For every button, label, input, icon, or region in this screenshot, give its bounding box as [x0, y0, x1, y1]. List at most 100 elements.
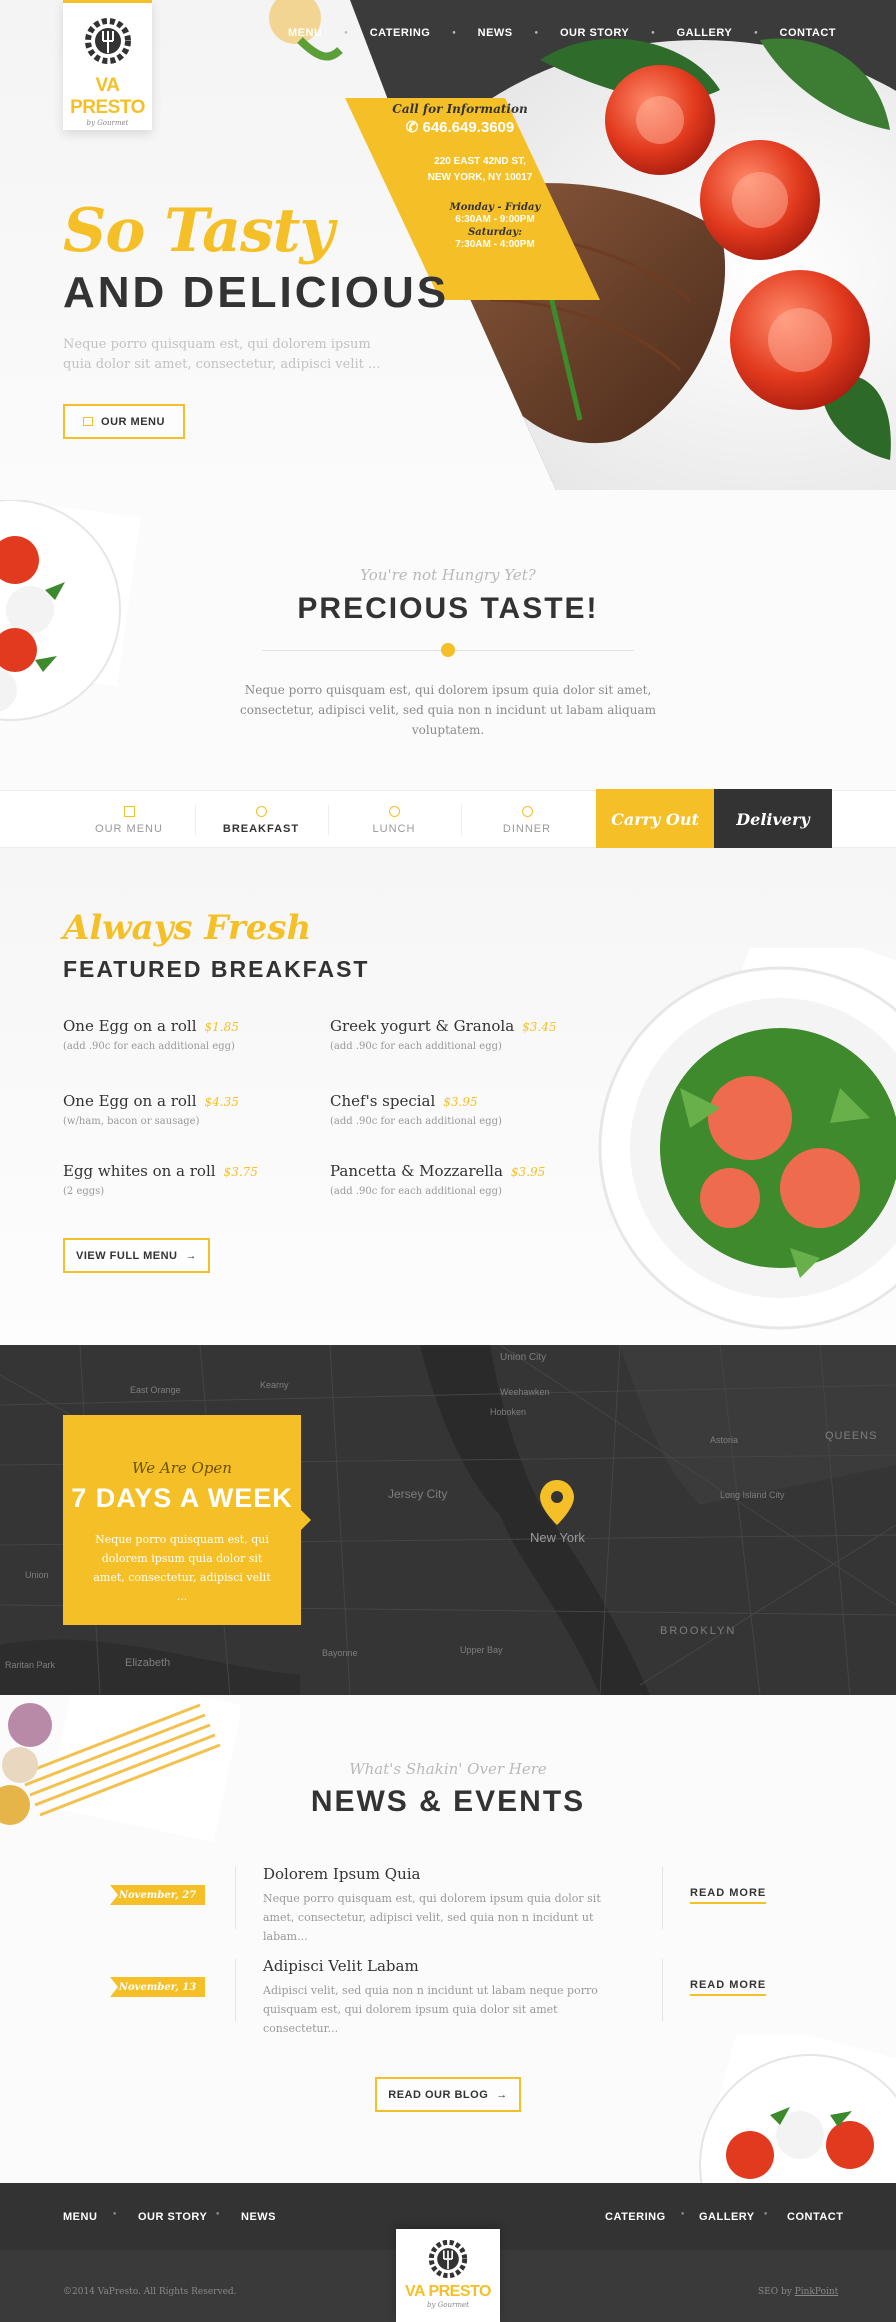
nav-menu[interactable]: MENU: [288, 27, 322, 41]
contact-info-panel: Call for Information ✆ 646.649.3609 220 …: [370, 102, 550, 252]
footer-brand-tagline: by Gourmet: [427, 2301, 469, 2309]
map-label: Raritan Park: [5, 1660, 56, 1670]
nav-separator-dot: •: [753, 29, 759, 39]
nav-separator-dot: •: [451, 29, 457, 39]
menu-item: Pancetta & Mozzarella $3.95 (add .90c for…: [330, 1162, 546, 1197]
footer-nav-catering[interactable]: CATERING: [605, 2211, 666, 2223]
featured-script: Always Fresh: [63, 908, 312, 948]
nav-news[interactable]: NEWS: [478, 27, 513, 41]
brand-name: VA PRESTO: [70, 75, 145, 118]
news-item-text: Adipisci velit, sed quia non n incidunt …: [263, 1984, 598, 2035]
map-label: Long Island City: [720, 1490, 785, 1500]
phone-icon: ✆: [405, 119, 423, 136]
menu-book-icon: [83, 417, 94, 426]
map-label: QUEENS: [825, 1430, 878, 1442]
footer-logo[interactable]: VA PRESTO by Gourmet: [396, 2229, 500, 2322]
footer-nav-gallery[interactable]: GALLERY: [699, 2211, 755, 2223]
tab-dinner[interactable]: DINNER: [461, 791, 593, 849]
footer-brand-name: VA PRESTO: [405, 2283, 491, 2300]
news-divider: [662, 1867, 663, 1929]
footer: MENU • OUR STORY • NEWS CATERING • GALLE…: [0, 2183, 896, 2322]
footer-nav-news[interactable]: NEWS: [241, 2211, 276, 2223]
map-label: Hoboken: [490, 1407, 527, 1417]
tab-breakfast[interactable]: BREAKFAST: [195, 791, 327, 849]
map-label: BROOKLYN: [660, 1625, 737, 1637]
copyright: ©2014 VaPresto. All Rights Reserved.: [63, 2287, 237, 2297]
nav-our-story[interactable]: OUR STORY: [560, 27, 629, 41]
menu-item: One Egg on a roll $4.35 (w/ham, bacon or …: [63, 1092, 239, 1127]
caprese-plate-image: [699, 2035, 896, 2183]
hero-text: Neque porro quisquam est, qui dolorem ip…: [63, 337, 381, 372]
map-label: Jersey City: [388, 1487, 448, 1501]
arrow-right-icon: →: [185, 1249, 197, 1262]
nav-separator-dot: •: [680, 2210, 686, 2220]
fork-gear-logo-icon: [84, 18, 131, 64]
tab-our-menu[interactable]: OUR MENU: [63, 791, 195, 849]
menu-book-icon: [123, 806, 135, 817]
news-item-title[interactable]: Dolorem Ipsum Quia: [263, 1865, 421, 1883]
news-item-title[interactable]: Adipisci Velit Labam: [263, 1957, 419, 1975]
brand-tagline: by Gourmet: [86, 119, 129, 127]
hero-script-heading: So Tasty: [63, 196, 334, 266]
menu-item: One Egg on a roll $1.85 (add .90c for eac…: [63, 1017, 239, 1052]
menu-item: Chef's special $3.95 (add .90c for each a…: [330, 1092, 502, 1127]
nav-contact[interactable]: CONTACT: [780, 27, 836, 41]
divider-ornament-icon: [441, 643, 455, 657]
logo[interactable]: VA PRESTO by Gourmet: [63, 0, 152, 130]
address: 220 EAST 42ND ST, NEW YORK, NY 10017: [427, 156, 533, 183]
delivery-button[interactable]: Delivery: [714, 789, 832, 849]
footer-nav-our-story[interactable]: OUR STORY: [138, 2211, 207, 2223]
menu-item: Greek yogurt & Granola $3.45 (add .90c fo…: [330, 1017, 557, 1052]
open-text: Neque porro quisquam est, qui dolorem ip…: [93, 1533, 271, 1603]
clock-icon: [521, 806, 533, 817]
news-date-badge: November, 27: [110, 1885, 205, 1905]
map-label: Kearny: [260, 1380, 289, 1390]
credit-link[interactable]: PinkPoint: [795, 2287, 839, 2297]
news-script: What's Shakin' Over Here: [349, 1760, 547, 1778]
footer-nav-contact[interactable]: CONTACT: [787, 2211, 843, 2223]
map-label: Weehawken: [500, 1387, 550, 1397]
taste-script: You're not Hungry Yet?: [360, 566, 536, 584]
read-more-link[interactable]: READ MORE: [690, 1979, 767, 1996]
news-divider: [662, 1959, 663, 2021]
map-pin-label: New York: [530, 1530, 585, 1545]
footer-nav-menu[interactable]: MENU: [63, 2211, 97, 2223]
map-section: Union City East Orange Kearny Weehawken …: [0, 1345, 896, 1695]
open-box-pointer: [301, 1510, 311, 1530]
hours-weekday: 6:30AM - 9:00PM: [455, 214, 535, 225]
map-label: Union City: [500, 1352, 547, 1363]
clock-icon: [255, 806, 267, 817]
map-label: Bayonne: [322, 1648, 358, 1658]
tab-lunch[interactable]: LUNCH: [328, 791, 460, 849]
fork-gear-logo-icon: [428, 2239, 468, 2279]
opening-hours-box: We Are Open 7 DAYS A WEEK Neque porro qu…: [63, 1415, 301, 1625]
open-title: 7 DAYS A WEEK: [71, 1483, 293, 1513]
menu-item: Egg whites on a roll $3.75 (2 eggs): [63, 1162, 258, 1197]
view-full-menu-button[interactable]: VIEW FULL MENU →: [63, 1238, 210, 1273]
nav-separator-dot: •: [650, 29, 656, 39]
phone-number[interactable]: ✆ 646.649.3609: [370, 118, 550, 136]
news-title: NEWS & EVENTS: [310, 1785, 586, 1818]
map-label: Union: [25, 1570, 49, 1580]
our-menu-button[interactable]: OUR MENU: [63, 404, 185, 439]
nav-catering[interactable]: CATERING: [370, 27, 431, 41]
nav-separator-dot: •: [533, 29, 539, 39]
featured-breakfast-section: Always Fresh FEATURED BREAKFAST One Egg …: [0, 848, 896, 1345]
nav-separator-dot: •: [215, 2210, 221, 2220]
clock-icon: [388, 806, 400, 817]
map-label: Elizabeth: [125, 1657, 171, 1669]
news-events-section: What's Shakin' Over Here NEWS & EVENTS N…: [0, 1695, 896, 2183]
hero-section: VA PRESTO by Gourmet MENU • CATERING • N…: [0, 0, 896, 490]
read-our-blog-button[interactable]: READ OUR BLOG →: [375, 2077, 521, 2112]
credit: SEO by PinkPoint: [758, 2287, 839, 2297]
read-more-link[interactable]: READ MORE: [690, 1887, 767, 1904]
salad-bowl-image: [598, 948, 896, 1330]
news-divider: [235, 1867, 236, 1929]
nav-separator-dot: •: [112, 2210, 118, 2220]
map-label: Astoria: [710, 1435, 739, 1445]
taste-title: PRECIOUS TASTE!: [297, 592, 599, 625]
hours-days-weekday: Monday - Friday: [449, 202, 541, 213]
taste-text: Neque porro quisquam est, qui dolorem ip…: [240, 683, 656, 737]
nav-gallery[interactable]: GALLERY: [677, 27, 733, 41]
carry-out-button[interactable]: Carry Out: [596, 789, 714, 849]
